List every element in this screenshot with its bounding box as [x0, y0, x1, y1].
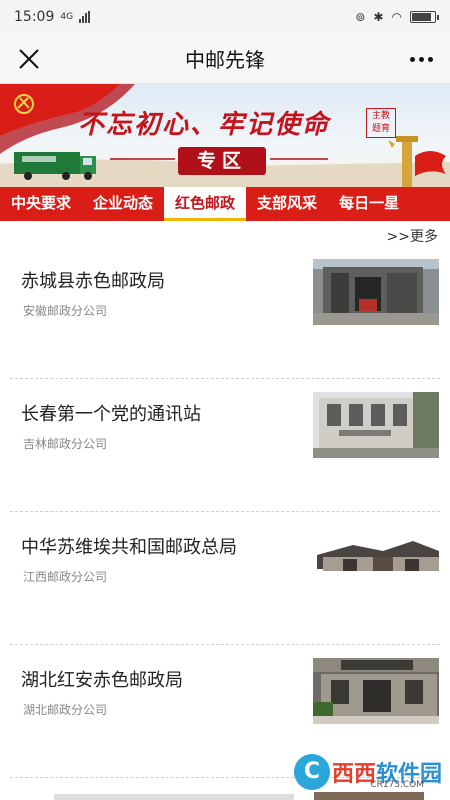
- banner-stamp: 主教 题育: [366, 108, 396, 138]
- article-source: 湖北邮政分公司: [23, 703, 108, 717]
- status-bar: 15:09 4G ⊚ ✱ ◠: [0, 0, 450, 34]
- watermark: C 西西 软件园 CR173.COM: [293, 752, 442, 792]
- list-item[interactable]: 中华苏维埃共和国邮政总局 江西邮政分公司: [10, 512, 440, 645]
- signal-icon: [79, 11, 91, 23]
- article-source: 江西邮政分公司: [23, 570, 108, 584]
- article-title: 长春第一个党的通讯站: [21, 404, 201, 425]
- partial-thumbnail: [314, 792, 424, 800]
- article-thumbnail: [313, 259, 439, 325]
- article-title: 湖北红安赤色邮政局: [21, 670, 183, 691]
- tab-company-news[interactable]: 企业动态: [82, 187, 164, 221]
- close-icon: [19, 49, 39, 69]
- watermark-url: CR173.COM: [370, 780, 424, 790]
- zone-label: 专区: [178, 147, 266, 175]
- wifi-icon: ◠: [391, 10, 402, 24]
- list-item[interactable]: 赤城县赤色邮政局 安徽邮政分公司: [10, 246, 440, 379]
- app-header: 中邮先锋: [0, 34, 450, 84]
- tab-branch-style[interactable]: 支部风采: [246, 187, 328, 221]
- alarm-icon: ⊚: [355, 10, 366, 24]
- category-tabs: 中央要求 企业动态 红色邮政 支部风采 每日一星: [0, 187, 450, 221]
- battery-icon: [410, 11, 439, 23]
- list-item[interactable]: 长春第一个党的通讯站 吉林邮政分公司: [10, 379, 440, 512]
- article-thumbnail: [313, 392, 439, 458]
- status-time: 15:09: [14, 9, 55, 25]
- article-title: 赤城县赤色邮政局: [21, 271, 165, 292]
- more-options-button[interactable]: [408, 46, 434, 72]
- bluetooth-icon: ✱: [373, 10, 384, 24]
- dot-icon: [409, 56, 415, 62]
- dot-icon: [418, 56, 424, 62]
- watermark-logo-icon: C: [293, 754, 330, 790]
- article-title: 中华苏维埃共和国邮政总局: [21, 537, 237, 558]
- tab-daily-star[interactable]: 每日一星: [328, 187, 410, 221]
- banner-slogan: 不忘初心、牢记使命: [78, 110, 331, 140]
- partial-item-strip: [54, 794, 294, 800]
- article-list: 赤城县赤色邮政局 安徽邮政分公司 长春第一个党的通讯站 吉林邮政分公司 中华苏维…: [0, 246, 450, 778]
- article-source: 吉林邮政分公司: [23, 437, 108, 451]
- tab-red-postal[interactable]: 红色邮政: [164, 187, 247, 221]
- page-title: 中邮先锋: [185, 48, 265, 72]
- article-thumbnail: [313, 658, 439, 724]
- battery-fill: [412, 13, 431, 21]
- dot-icon: [427, 56, 433, 62]
- article-thumbnail: [313, 525, 439, 591]
- network-label: 4G: [60, 12, 74, 22]
- more-link[interactable]: >>更多: [387, 226, 438, 246]
- article-source: 安徽邮政分公司: [23, 304, 108, 318]
- close-button[interactable]: [16, 46, 42, 72]
- tab-central-requirements[interactable]: 中央要求: [0, 187, 82, 221]
